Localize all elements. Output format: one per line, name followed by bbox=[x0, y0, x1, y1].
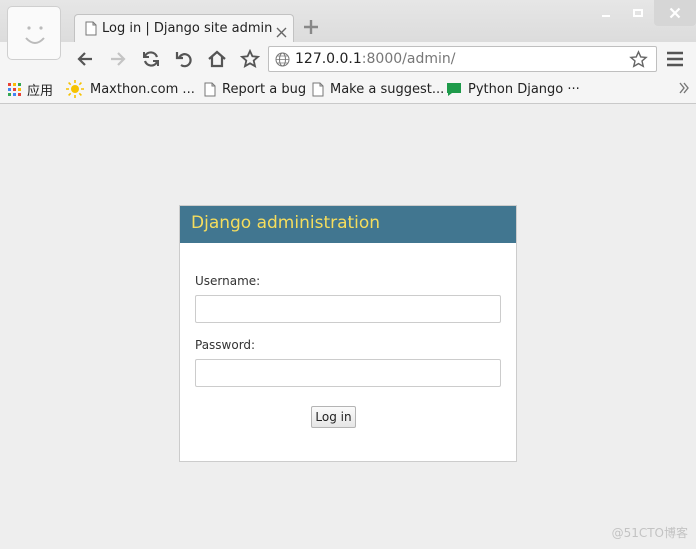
page-icon bbox=[85, 21, 97, 40]
bookmark-star-icon[interactable] bbox=[240, 49, 260, 69]
close-window-button[interactable] bbox=[654, 0, 696, 26]
bookmark-maxthon[interactable]: Maxthon.com ... bbox=[66, 79, 195, 99]
home-icon[interactable] bbox=[207, 49, 227, 69]
url-path: :8000/admin/ bbox=[361, 51, 456, 67]
login-button[interactable]: Log in bbox=[311, 406, 356, 428]
globe-icon bbox=[275, 52, 290, 71]
browser-tab[interactable]: Log in | Django site admin bbox=[74, 14, 294, 42]
bookmark-report-bug[interactable]: Report a bug bbox=[204, 79, 306, 99]
url-host: 127.0.0.1 bbox=[295, 51, 362, 67]
close-tab-icon[interactable] bbox=[276, 23, 287, 42]
profile-avatar[interactable] bbox=[7, 6, 61, 60]
page-icon bbox=[312, 82, 324, 96]
bookmark-apps[interactable]: 应用 bbox=[8, 79, 53, 99]
password-label: Password: bbox=[195, 338, 256, 352]
login-header: Django administration bbox=[180, 206, 516, 243]
browser-titlebar: Log in | Django site admin bbox=[0, 0, 696, 42]
bookmark-make-suggestion[interactable]: Make a suggest... bbox=[312, 79, 444, 99]
apps-grid-icon bbox=[8, 82, 21, 96]
bookmark-label: Maxthon.com ... bbox=[90, 81, 195, 97]
maximize-button[interactable] bbox=[622, 0, 654, 26]
window-controls bbox=[590, 0, 696, 26]
username-input[interactable] bbox=[195, 295, 501, 323]
smiley-icon bbox=[25, 26, 45, 44]
tab-title: Log in | Django site admin bbox=[102, 21, 273, 36]
bookmark-label: Python Django ··· bbox=[468, 81, 580, 97]
sun-icon bbox=[66, 80, 84, 98]
new-tab-button[interactable] bbox=[302, 18, 320, 40]
bookmark-label: Report a bug bbox=[222, 81, 307, 97]
bookmark-python-django[interactable]: Python Django ··· bbox=[446, 79, 580, 99]
address-bar[interactable]: 127.0.0.1:8000/admin/ bbox=[268, 46, 657, 72]
green-bookmark-icon bbox=[447, 83, 461, 96]
bookmark-label: Make a suggest... bbox=[330, 81, 445, 97]
menu-hamburger-icon[interactable] bbox=[666, 51, 684, 71]
reload-icon[interactable] bbox=[141, 49, 161, 69]
chevron-right-icon[interactable] bbox=[678, 80, 690, 99]
undo-icon[interactable] bbox=[174, 49, 194, 69]
watermark: @51CTO博客 bbox=[611, 526, 688, 540]
star-icon[interactable] bbox=[629, 50, 648, 73]
password-input[interactable] bbox=[195, 359, 501, 387]
minimize-button[interactable] bbox=[590, 0, 622, 26]
forward-arrow-icon[interactable] bbox=[108, 49, 128, 69]
site-heading: Django administration bbox=[191, 213, 381, 233]
login-panel: Django administration Username: Password… bbox=[179, 205, 517, 462]
username-label: Username: bbox=[195, 274, 261, 288]
bookmark-label: 应用 bbox=[27, 83, 54, 99]
page-viewport: Django administration Username: Password… bbox=[0, 104, 696, 549]
back-arrow-icon[interactable] bbox=[75, 49, 95, 69]
browser-toolbar: 127.0.0.1:8000/admin/ bbox=[0, 42, 696, 75]
page-icon bbox=[204, 82, 216, 96]
bookmarks-bar: 应用 Maxthon.com ... Report a bug Make a s… bbox=[0, 75, 696, 104]
url-text: 127.0.0.1:8000/admin/ bbox=[295, 51, 455, 67]
